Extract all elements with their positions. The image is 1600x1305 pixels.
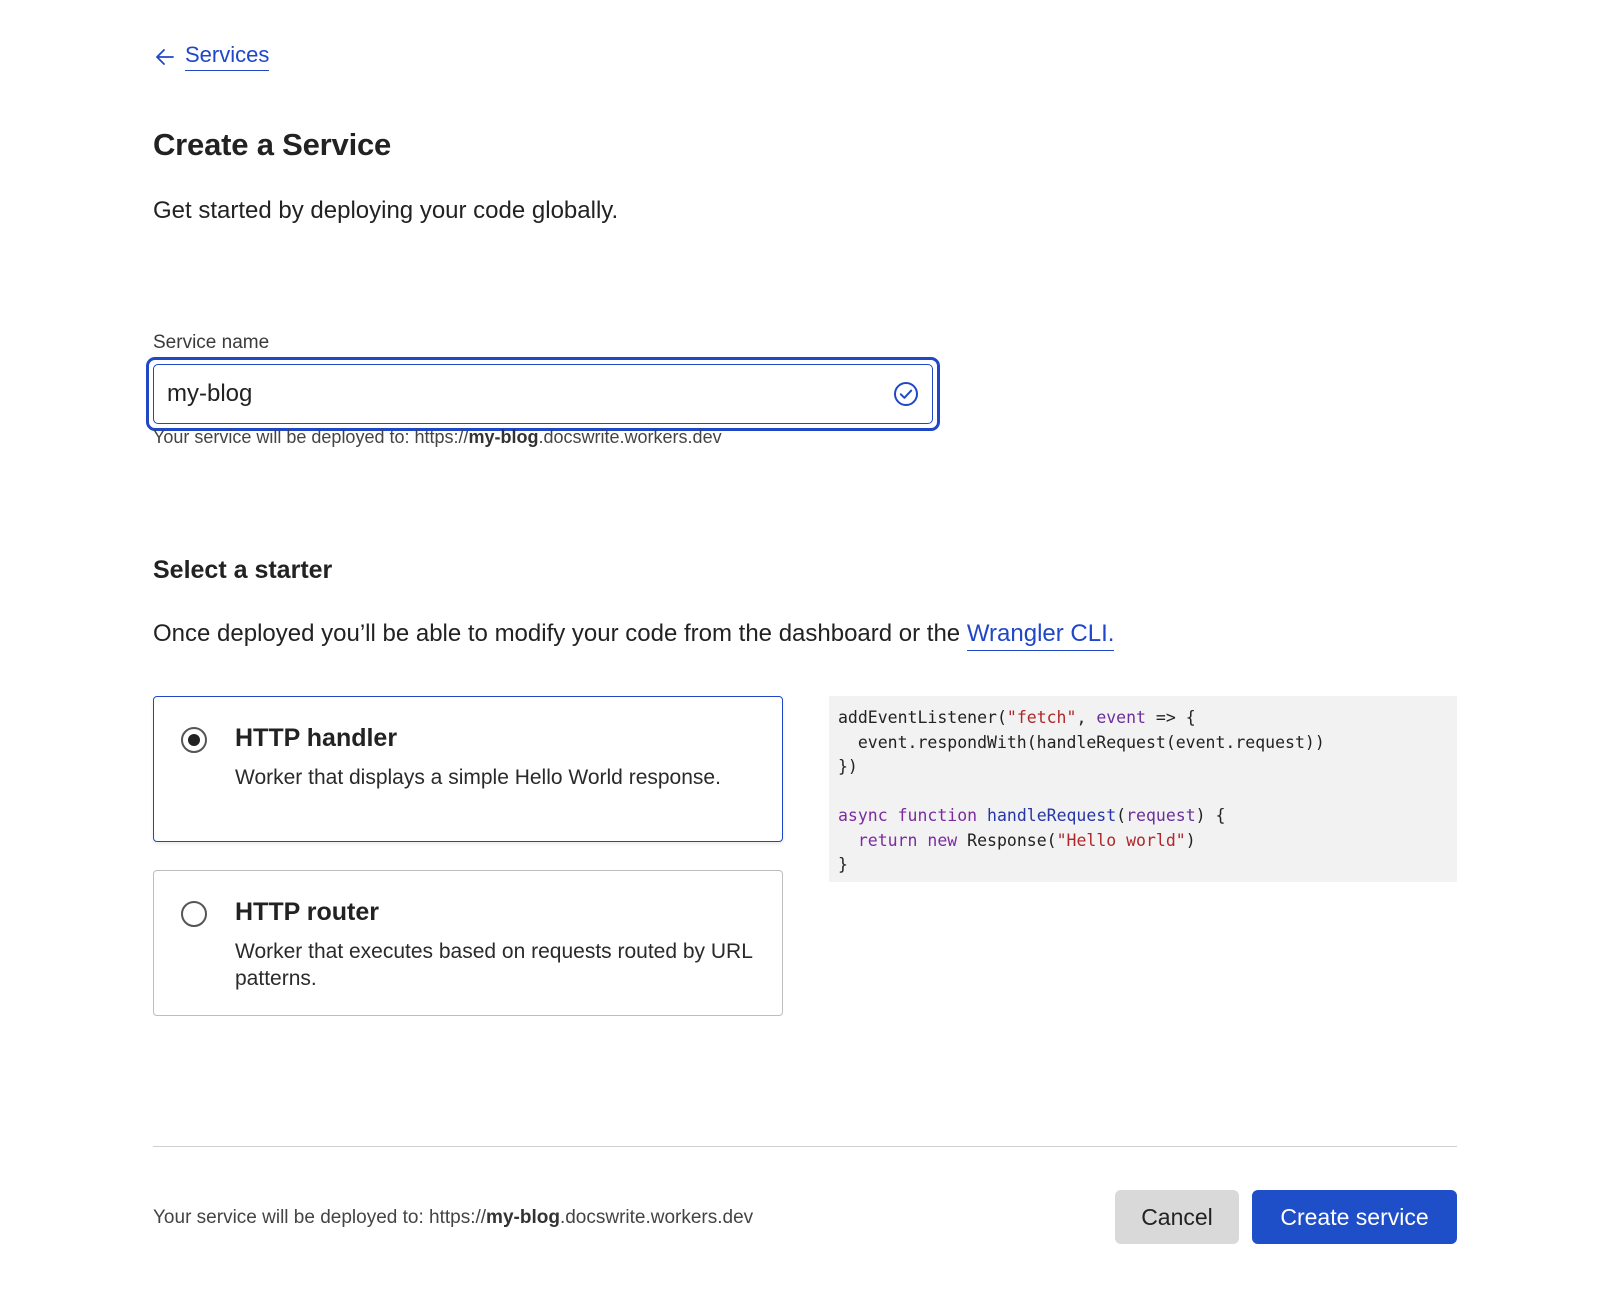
arrow-left-icon <box>156 48 174 65</box>
back-link-label: Services <box>185 42 270 71</box>
service-name-label: Service name <box>153 332 270 353</box>
starter-option-description: Worker that displays a simple Hello Worl… <box>235 766 721 789</box>
service-name-field[interactable] <box>153 364 933 424</box>
starter-option-title: HTTP router <box>235 898 379 926</box>
check-circle-icon <box>894 382 918 406</box>
starter-option-http-router[interactable]: HTTP router Worker that executes based o… <box>153 870 783 1016</box>
code-line: addEventListener("fetch", event => { <box>838 708 1196 727</box>
code-line: } <box>838 855 848 874</box>
page-subtitle: Get started by deploying your code globa… <box>153 197 619 224</box>
starter-section-description: Once deployed you’ll be able to modify y… <box>153 620 1115 651</box>
code-line: }) <box>838 757 858 776</box>
footer-hint-service-name: my-blog <box>486 1207 560 1228</box>
page-title: Create a Service <box>153 127 392 162</box>
starter-section-title: Select a starter <box>153 556 333 584</box>
code-line: return new Response("Hello world") <box>857 830 1196 850</box>
code-preview: addEventListener("fetch", event => { eve… <box>829 696 1457 882</box>
starter-option-http-handler[interactable]: HTTP handler Worker that displays a simp… <box>153 696 783 842</box>
footer-deploy-url-hint: Your service will be deployed to: https:… <box>153 1207 754 1228</box>
create-service-page: Services Create a Service Get started by… <box>0 0 1600 1305</box>
wrangler-cli-link[interactable]: Wrangler CLI. <box>966 620 1115 651</box>
code-line: async function handleRequest(request) { <box>838 806 1226 825</box>
code-line: event.respondWith(handleRequest(event.re… <box>838 732 1325 752</box>
deploy-hint-service-name: my-blog <box>468 427 539 447</box>
starter-option-title: HTTP handler <box>235 724 398 752</box>
radio-selected[interactable] <box>181 727 207 753</box>
starter-option-description: Worker that executes based on requests r… <box>235 940 753 990</box>
radio-unselected[interactable] <box>181 901 207 927</box>
footer-divider <box>153 1146 1457 1147</box>
service-name-input[interactable] <box>167 380 892 408</box>
service-name-focus-ring <box>146 357 940 431</box>
back-to-services-link[interactable]: Services <box>153 42 270 71</box>
deploy-url-hint: Your service will be deployed to: https:… <box>153 427 722 447</box>
cancel-button[interactable]: Cancel <box>1115 1190 1239 1244</box>
create-service-button[interactable]: Create service <box>1252 1190 1457 1244</box>
